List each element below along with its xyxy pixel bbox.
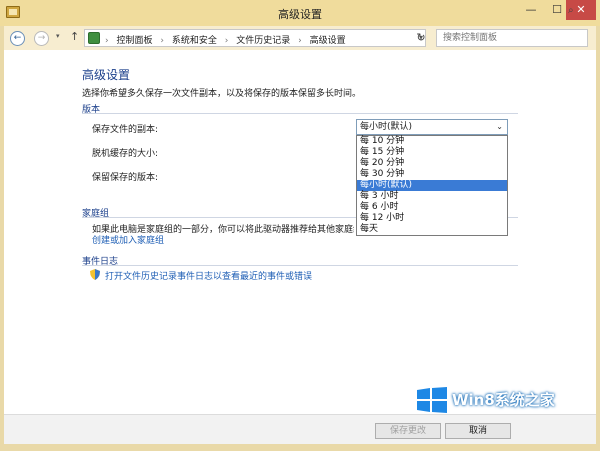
crumb-sep-icon: ›	[105, 36, 109, 46]
option-6-hours[interactable]: 每 6 小时	[357, 202, 507, 213]
breadcrumb: › 控制面板 › 系统和安全 › 文件历史记录 › 高级设置	[105, 33, 346, 46]
crumb-sep-icon: ›	[298, 36, 302, 46]
option-hourly-default[interactable]: 每小时(默认)	[357, 180, 507, 191]
window-title: 高级设置	[278, 8, 322, 21]
main-content: 高级设置 选择你希望多久保存一次文件副本，以及将保存的版本保留多长时间。 版本 …	[4, 50, 596, 414]
watermark: Win8系统之家	[410, 385, 580, 415]
save-frequency-dropdown: 每 10 分钟 每 15 分钟 每 20 分钟 每 30 分钟 每小时(默认) …	[356, 135, 508, 236]
cancel-button[interactable]: 取消	[445, 423, 511, 439]
crumb-sep-icon: ›	[160, 36, 164, 46]
refresh-button[interactable]: ↻	[410, 29, 432, 47]
navigation-bar: ← → ▾ ↑ › 控制面板 › 系统和安全 › 文件历史记录 › 高级设置 ▾…	[4, 26, 596, 50]
keep-versions-label: 保留保存的版本:	[92, 173, 159, 183]
option-12-hours[interactable]: 每 12 小时	[357, 213, 507, 224]
watermark-text: Win8系统之家	[452, 391, 555, 409]
control-panel-icon	[88, 32, 100, 44]
option-3-hours[interactable]: 每 3 小时	[357, 191, 507, 202]
crumb-sep-icon: ›	[224, 36, 229, 46]
breadcrumb-system-security[interactable]: 系统和安全	[172, 36, 217, 46]
search-icon[interactable]: ⌕	[568, 5, 574, 16]
page-title: 高级设置	[82, 68, 131, 82]
option-20-min[interactable]: 每 20 分钟	[357, 158, 507, 169]
search-input[interactable]	[436, 29, 588, 47]
recent-locations-icon[interactable]: ▾	[56, 32, 60, 40]
up-button[interactable]: ↑	[70, 30, 79, 43]
shield-icon	[90, 269, 100, 280]
windows-logo-icon	[417, 387, 447, 413]
back-button[interactable]: ←	[10, 31, 25, 46]
option-10-min[interactable]: 每 10 分钟	[357, 136, 507, 147]
chevron-down-icon[interactable]: ⌄	[496, 120, 503, 134]
option-daily[interactable]: 每天	[357, 224, 507, 235]
address-bar[interactable]: › 控制面板 › 系统和安全 › 文件历史记录 › 高级设置 ▾	[84, 29, 426, 47]
breadcrumb-file-history[interactable]: 文件历史记录	[236, 36, 290, 46]
forward-button[interactable]: →	[34, 31, 49, 46]
create-join-homegroup-link[interactable]: 创建或加入家庭组	[92, 233, 164, 246]
save-frequency-value: 每小时(默认)	[360, 122, 413, 132]
save-frequency-select[interactable]: 每小时(默认) ⌄	[356, 119, 508, 135]
breadcrumb-advanced-settings[interactable]: 高级设置	[310, 36, 346, 46]
versions-divider	[82, 113, 518, 114]
footer-bar: 保存更改 取消	[4, 414, 596, 444]
offline-cache-label: 脱机缓存的大小:	[92, 149, 159, 159]
events-divider	[82, 265, 518, 266]
save-copies-label: 保存文件的副本:	[92, 125, 159, 135]
breadcrumb-control-panel[interactable]: 控制面板	[116, 36, 152, 46]
open-event-log-link[interactable]: 打开文件历史记录事件日志以查看最近的事件或错误	[105, 269, 312, 282]
option-30-min[interactable]: 每 30 分钟	[357, 169, 507, 180]
save-changes-button[interactable]: 保存更改	[375, 423, 441, 439]
option-15-min[interactable]: 每 15 分钟	[357, 147, 507, 158]
page-description: 选择你希望多久保存一次文件副本，以及将保存的版本保留多长时间。	[82, 89, 362, 99]
title-bar: 高级设置 — ☐ ✕	[0, 0, 600, 26]
minimize-button[interactable]: —	[518, 0, 544, 20]
